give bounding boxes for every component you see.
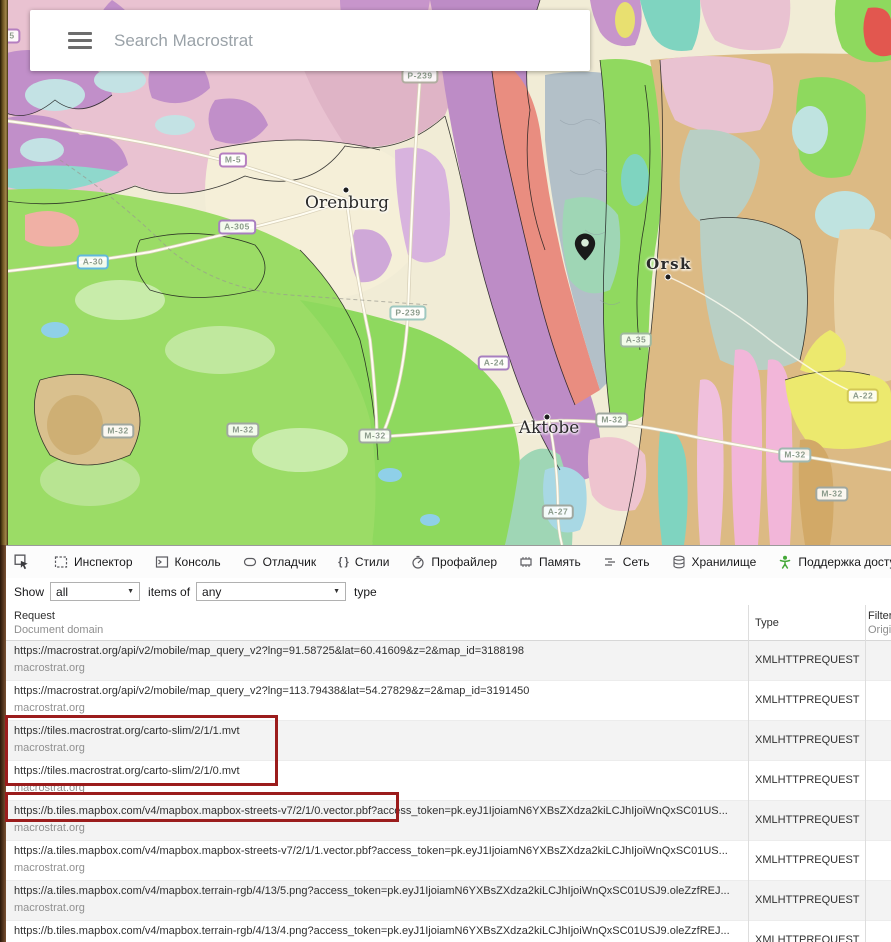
tab-storage[interactable]: Хранилище xyxy=(661,546,768,578)
inspector-icon xyxy=(54,555,68,569)
network-request-row[interactable]: https://macrostrat.org/api/v2/mobile/map… xyxy=(6,641,891,681)
road-badge: M-32 xyxy=(595,413,628,428)
city-label-aktobe: Aktobe xyxy=(519,418,580,438)
tab-network[interactable]: Сеть xyxy=(592,546,661,578)
road-badge: M-32 xyxy=(778,448,811,463)
network-request-row[interactable]: https://a.tiles.mapbox.com/v4/mapbox.map… xyxy=(6,841,891,881)
road-badge: A-27 xyxy=(542,505,574,520)
orsk-dot xyxy=(665,274,672,281)
network-request-row[interactable]: https://a.tiles.mapbox.com/v4/mapbox.ter… xyxy=(6,881,891,921)
network-request-row[interactable]: https://b.tiles.mapbox.com/v4/mapbox.ter… xyxy=(6,921,891,942)
chevron-down-icon: ▼ xyxy=(333,588,340,595)
road-badge: P-239 xyxy=(389,306,426,321)
window-edge-strip xyxy=(0,0,8,545)
city-label-orsk: Orsk xyxy=(646,255,692,273)
type-filter-select[interactable]: any ▼ xyxy=(196,582,346,601)
search-bar xyxy=(30,10,590,71)
road-badge: A-22 xyxy=(847,389,879,404)
console-icon xyxy=(155,555,169,569)
tab-profiler[interactable]: Профайлер xyxy=(400,546,508,578)
column-divider xyxy=(748,605,749,942)
city-label-orenburg: Orenburg xyxy=(305,193,389,213)
annotation-box-mapbox-streets xyxy=(5,792,399,822)
search-input[interactable] xyxy=(112,30,590,52)
road-badge: M-32 xyxy=(815,487,848,502)
road-badge: A-24 xyxy=(478,356,510,371)
profiler-icon xyxy=(411,555,425,569)
road-badge: A-305 xyxy=(218,220,256,235)
show-filter-select[interactable]: all ▼ xyxy=(50,582,140,601)
network-icon xyxy=(603,555,617,569)
geological-map[interactable]: Orenburg Orsk Aktobe 5 P-239 M-5 A-305 A… xyxy=(0,0,891,545)
element-picker-icon xyxy=(14,554,30,570)
road-badge: M-32 xyxy=(358,429,391,444)
column-subheader-document-domain: Document domain xyxy=(14,624,103,636)
devtools-toolbar: Инспектор Консоль Отладчик { } Стили Про… xyxy=(6,546,891,579)
network-filter-bar: Show all ▼ items of any ▼ type xyxy=(6,578,891,606)
column-subheader-origin: Origi xyxy=(868,624,891,636)
chevron-down-icon: ▼ xyxy=(127,588,134,595)
tab-inspector[interactable]: Инспектор xyxy=(43,546,144,578)
accessibility-icon xyxy=(778,555,792,569)
column-header-request[interactable]: Request xyxy=(14,610,55,622)
memory-icon xyxy=(519,555,533,569)
type-label: type xyxy=(354,585,377,599)
geological-map-tiles xyxy=(0,0,891,545)
annotation-box-tiles-macrostrat xyxy=(5,715,278,786)
menu-icon[interactable] xyxy=(68,32,92,49)
road-badge: M-32 xyxy=(226,423,259,438)
tab-accessibility[interactable]: Поддержка доступ xyxy=(767,546,891,578)
tab-console[interactable]: Консоль xyxy=(144,546,232,578)
road-badge: M-32 xyxy=(101,424,134,439)
road-badge: M-5 xyxy=(219,153,247,168)
road-badge: A-30 xyxy=(77,255,109,270)
styles-icon: { } xyxy=(338,556,349,568)
items-of-label: items of xyxy=(148,585,190,599)
column-divider xyxy=(865,605,866,942)
column-header-filter[interactable]: Filter xyxy=(868,610,891,622)
debugger-icon xyxy=(243,555,257,569)
tab-memory[interactable]: Память xyxy=(508,546,592,578)
map-marker-pin[interactable] xyxy=(574,231,596,268)
tab-style-editor[interactable]: { } Стили xyxy=(327,546,400,578)
element-picker-button[interactable] xyxy=(6,554,39,570)
network-table-header: Request Document domain Type Filter Orig… xyxy=(6,605,891,641)
tab-debugger[interactable]: Отладчик xyxy=(232,546,327,578)
storage-icon xyxy=(672,555,686,569)
road-badge: A-35 xyxy=(620,333,652,348)
column-header-type[interactable]: Type xyxy=(755,617,779,629)
show-label: Show xyxy=(14,585,44,599)
